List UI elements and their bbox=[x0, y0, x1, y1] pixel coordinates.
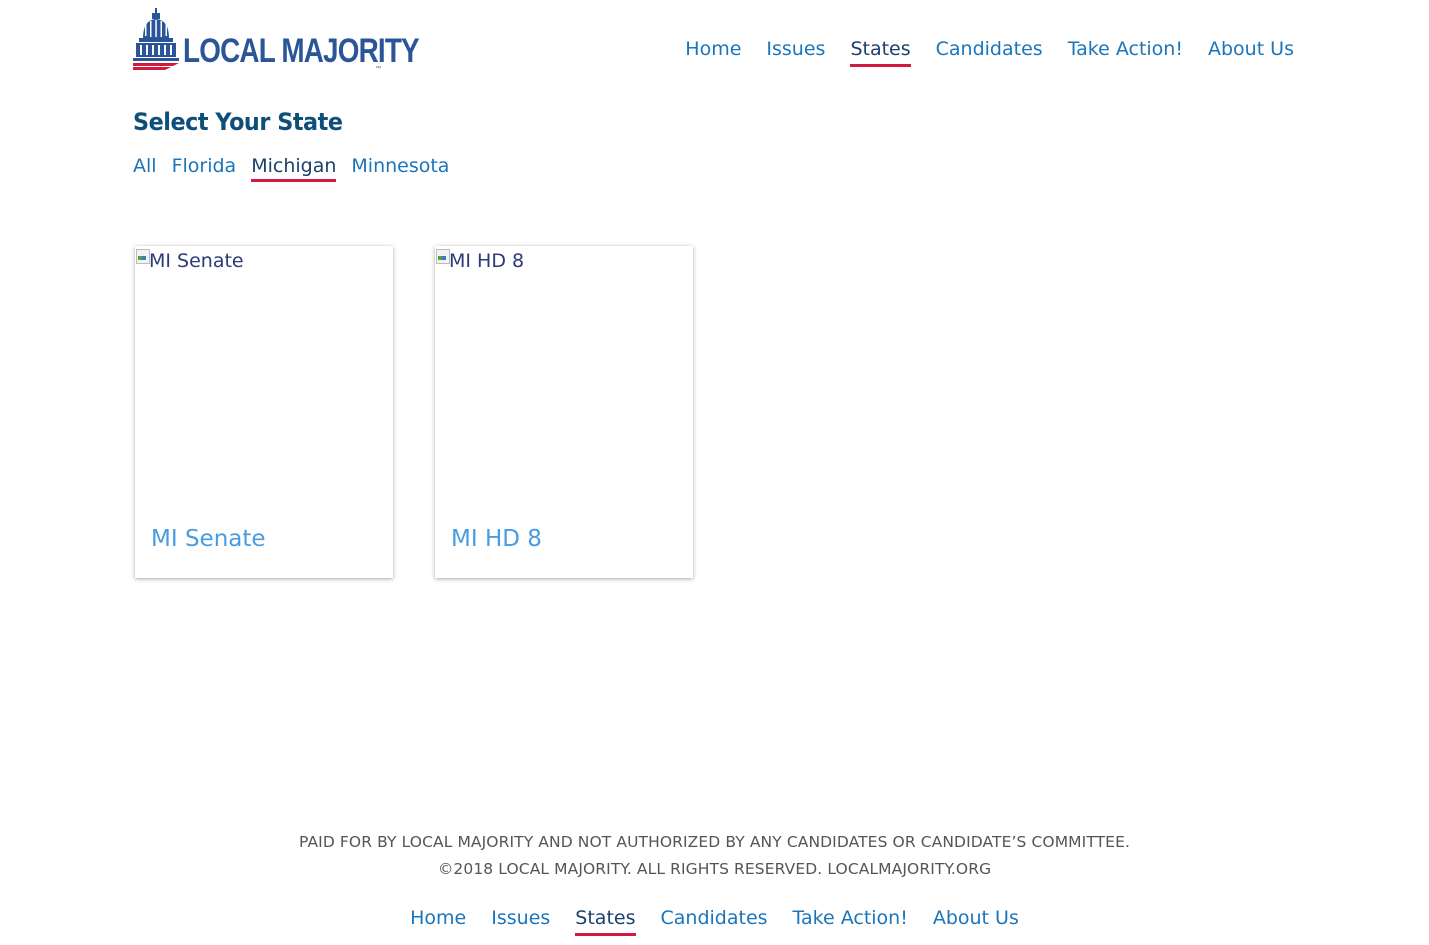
race-card-mi-hd-8[interactable]: MI HD 8 MI HD 8 bbox=[435, 246, 693, 578]
nav-issues-link[interactable]: Issues bbox=[766, 36, 825, 62]
card-title[interactable]: MI HD 8 bbox=[451, 526, 542, 552]
broken-image-icon bbox=[435, 248, 450, 264]
footer-issues-link[interactable]: Issues bbox=[491, 905, 550, 931]
main-nav: Home Issues States Candidates Take Actio… bbox=[685, 36, 1294, 67]
race-card-grid: MI Senate MI Senate MI HD 8 MI HD 8 bbox=[135, 246, 693, 578]
filter-all[interactable]: All bbox=[133, 153, 157, 179]
capitol-dome-icon bbox=[133, 8, 179, 70]
filter-minnesota[interactable]: Minnesota bbox=[351, 153, 449, 179]
filter-florida[interactable]: Florida bbox=[172, 153, 237, 179]
nav-states-link[interactable]: States bbox=[850, 36, 911, 67]
footer-about-us-link[interactable]: About Us bbox=[933, 905, 1019, 931]
state-filter-bar: All Florida Michigan Minnesota bbox=[133, 153, 449, 182]
card-image-alt-text: MI HD 8 bbox=[449, 250, 525, 272]
card-image-alt-text: MI Senate bbox=[149, 250, 244, 272]
card-title[interactable]: MI Senate bbox=[151, 526, 266, 552]
footer-disclaimer: PAID FOR BY LOCAL MAJORITY AND NOT AUTHO… bbox=[299, 833, 1130, 851]
broken-image-icon bbox=[135, 248, 150, 264]
logo-text: LOCAL MAJORITY bbox=[183, 32, 420, 70]
footer-home-link[interactable]: Home bbox=[410, 905, 466, 931]
footer-nav: Home Issues States Candidates Take Actio… bbox=[0, 905, 1429, 936]
card-image-placeholder[interactable]: MI HD 8 bbox=[435, 246, 524, 276]
footer-states-link[interactable]: States bbox=[575, 905, 636, 936]
nav-take-action-link[interactable]: Take Action! bbox=[1068, 36, 1183, 62]
nav-candidates-link[interactable]: Candidates bbox=[936, 36, 1043, 62]
footer-candidates-link[interactable]: Candidates bbox=[661, 905, 768, 931]
page-title: Select Your State bbox=[133, 108, 343, 136]
nav-home-link[interactable]: Home bbox=[685, 36, 741, 62]
site-logo[interactable]: LOCAL MAJORITY ™ bbox=[133, 8, 420, 72]
nav-about-us-link[interactable]: About Us bbox=[1208, 36, 1294, 62]
trademark-mark: ™ bbox=[375, 66, 381, 72]
card-image-placeholder[interactable]: MI Senate bbox=[135, 246, 244, 276]
footer-copyright: ©2018 LOCAL MAJORITY. ALL RIGHTS RESERVE… bbox=[437, 860, 992, 878]
race-card-mi-senate[interactable]: MI Senate MI Senate bbox=[135, 246, 393, 578]
filter-michigan[interactable]: Michigan bbox=[251, 153, 337, 182]
footer-take-action-link[interactable]: Take Action! bbox=[793, 905, 908, 931]
